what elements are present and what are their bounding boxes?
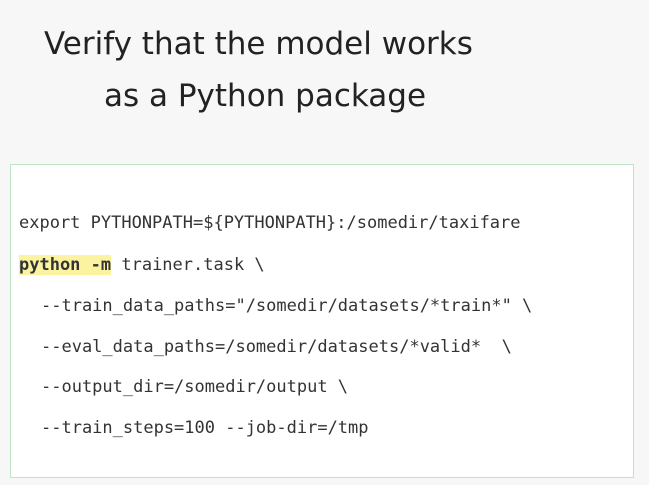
code-line-eval-data-paths: --eval_data_paths=/somedir/datasets/*val… <box>41 337 512 357</box>
code-line-train-data-paths: --train_data_paths="/somedir/datasets/*t… <box>41 296 533 316</box>
code-line-python-command: python -m trainer.task \ <box>19 253 265 277</box>
slide-title-line-2: as a Python package <box>104 78 427 114</box>
highlighted-python-command: python -m <box>19 255 112 275</box>
code-line-output-dir: --output_dir=/somedir/output \ <box>41 377 349 397</box>
code-block: export PYTHONPATH=${PYTHONPATH}:/somedir… <box>10 164 634 478</box>
code-line-trainer-task: trainer.task \ <box>111 255 265 275</box>
code-line-export: export PYTHONPATH=${PYTHONPATH}:/somedir… <box>19 213 521 233</box>
code-line-train-steps: --train_steps=100 --job-dir=/tmp <box>41 418 369 438</box>
slide-title-line-1: Verify that the model works <box>44 26 473 62</box>
